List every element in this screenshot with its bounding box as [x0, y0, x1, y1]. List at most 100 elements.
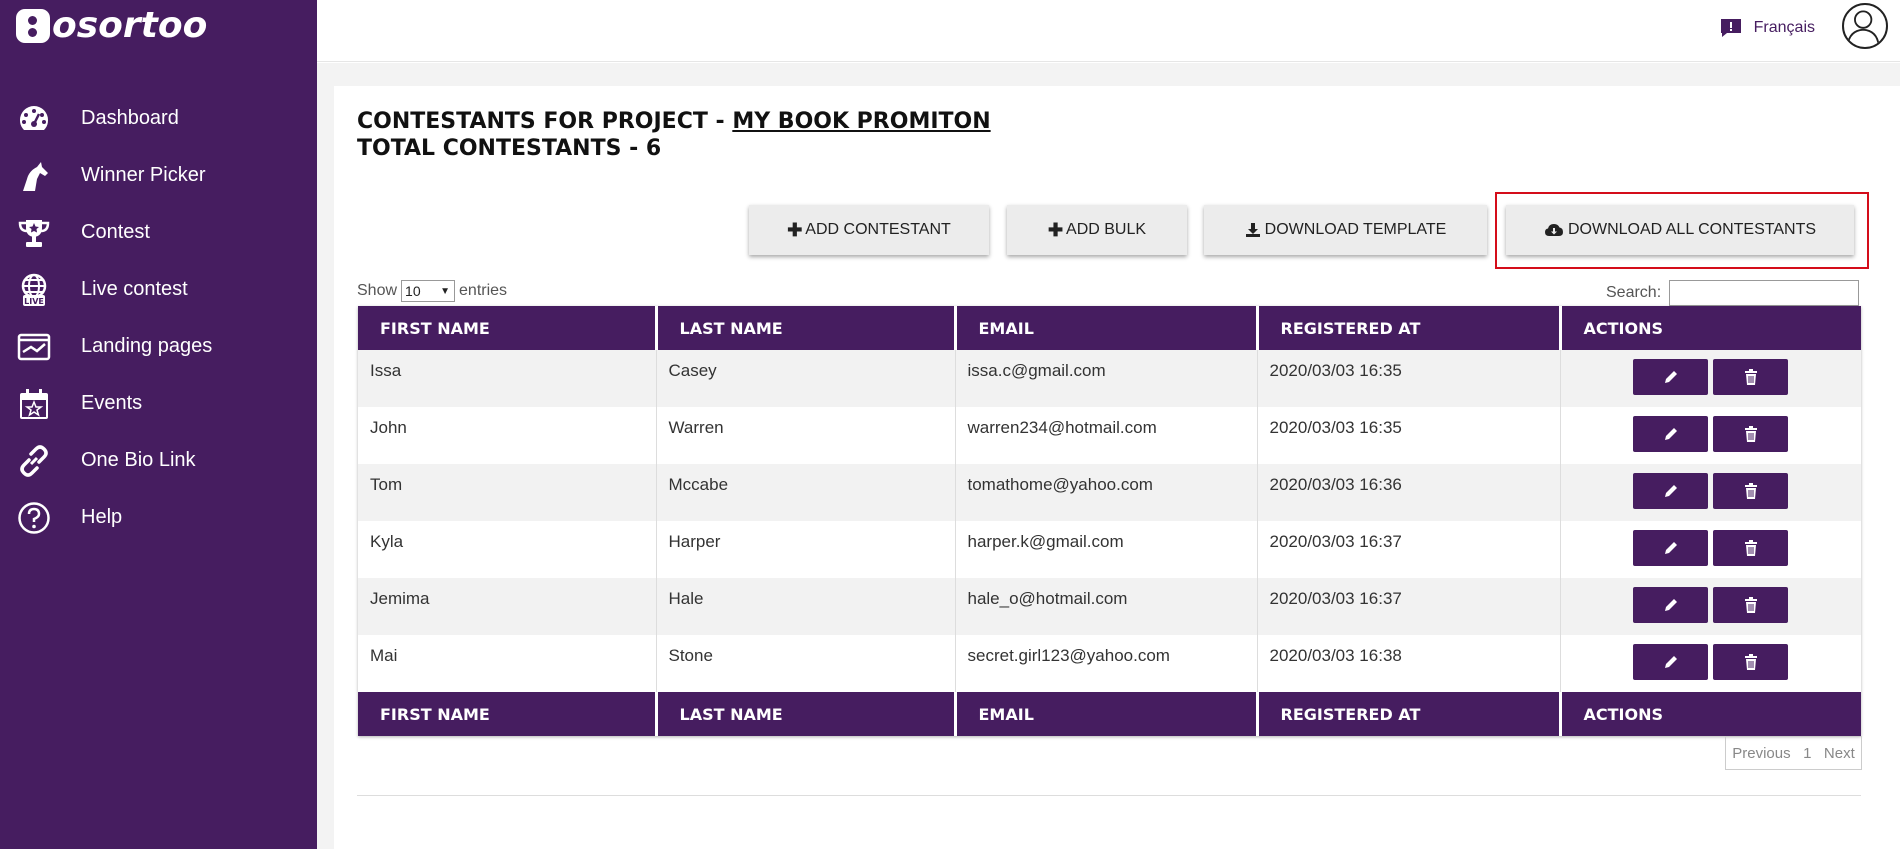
cell-actions: [1560, 635, 1861, 692]
sidebar-item-contest[interactable]: Contest: [0, 204, 317, 261]
cell-email: secret.girl123@yahoo.com: [955, 635, 1258, 692]
link-icon: [16, 443, 52, 479]
column-header[interactable]: REGISTERED AT: [1257, 306, 1562, 350]
edit-button[interactable]: [1633, 473, 1709, 509]
cell-actions: [1560, 350, 1861, 407]
cell-registered-at: 2020/03/03 16:38: [1257, 635, 1561, 692]
cell-first-name: Mai: [358, 635, 657, 692]
download-all-label: DOWNLOAD ALL CONTESTANTS: [1567, 221, 1817, 238]
language-label: Français: [1753, 19, 1815, 36]
delete-button[interactable]: [1713, 359, 1789, 395]
trash-icon: [1744, 369, 1757, 385]
dashboard-icon: [16, 101, 52, 137]
project-link[interactable]: MY BOOK PROMITON: [732, 109, 990, 134]
edit-button[interactable]: [1633, 416, 1709, 452]
pencil-icon: [1664, 542, 1677, 554]
sidebar-item-dashboard[interactable]: Dashboard: [0, 90, 317, 147]
cell-first-name: Kyla: [358, 521, 657, 578]
plus-icon: ✚: [787, 219, 803, 240]
pencil-icon: [1664, 485, 1677, 497]
add-bulk-button[interactable]: ✚ ADD BULK: [1007, 205, 1187, 255]
next-button[interactable]: Next: [1824, 745, 1855, 762]
sidebar-item-label: One Bio Link: [81, 449, 196, 471]
delete-button[interactable]: [1713, 416, 1789, 452]
dropdown-arrow-icon: ▼: [440, 285, 451, 297]
cell-email: harper.k@gmail.com: [955, 521, 1258, 578]
top-bar: Français: [317, 0, 1900, 62]
search-control: Search:: [1606, 280, 1860, 306]
sidebar-item-landing-pages[interactable]: Landing pages: [0, 318, 317, 375]
column-footer: LAST NAME: [656, 692, 957, 736]
delete-button[interactable]: [1713, 530, 1789, 566]
osortoo-logo[interactable]: osortoo: [16, 6, 207, 46]
cell-last-name: Warren: [656, 407, 956, 464]
page-title: CONTESTANTS FOR PROJECT - MY BOOK PROMIT…: [357, 108, 991, 162]
edit-button[interactable]: [1633, 359, 1709, 395]
cell-first-name: Jemima: [358, 578, 657, 635]
cell-first-name: John: [358, 407, 657, 464]
sidebar-item-label: Dashboard: [81, 107, 179, 129]
column-footer: EMAIL: [955, 692, 1259, 736]
sidebar-item-help[interactable]: Help: [0, 489, 317, 546]
sidebar-item-one-bio-link[interactable]: One Bio Link: [0, 432, 317, 489]
cell-actions: [1560, 578, 1861, 635]
page-number[interactable]: 1: [1803, 745, 1811, 762]
cell-last-name: Harper: [656, 521, 956, 578]
column-footer: FIRST NAME: [358, 692, 658, 736]
table-footer-row: FIRST NAME LAST NAME EMAIL REGISTERED AT…: [358, 692, 1861, 736]
column-header[interactable]: FIRST NAME: [358, 306, 658, 350]
edit-button[interactable]: [1633, 587, 1709, 623]
table-row: Kyla Harper harper.k@gmail.com 2020/03/0…: [358, 521, 1861, 578]
column-header[interactable]: LAST NAME: [656, 306, 957, 350]
cell-last-name: Mccabe: [656, 464, 956, 521]
sidebar-item-label: Live contest: [81, 278, 188, 300]
pencil-icon: [1664, 599, 1677, 611]
entries-select[interactable]: 10 ▼: [401, 280, 456, 302]
delete-button[interactable]: [1713, 473, 1789, 509]
table-row: Tom Mccabe tomathome@yahoo.com 2020/03/0…: [358, 464, 1861, 521]
column-footer: REGISTERED AT: [1257, 692, 1562, 736]
show-label: Show: [357, 282, 398, 299]
trash-icon: [1744, 483, 1757, 499]
edit-button[interactable]: [1633, 530, 1709, 566]
previous-button[interactable]: Previous: [1732, 745, 1790, 762]
chat-bubble-icon: [1720, 19, 1741, 37]
cell-email: hale_o@hotmail.com: [955, 578, 1258, 635]
column-header[interactable]: ACTIONS: [1560, 306, 1861, 350]
cell-first-name: Issa: [358, 350, 657, 407]
entries-value: 10: [405, 283, 421, 299]
cell-last-name: Stone: [656, 635, 956, 692]
sidebar-item-label: Help: [81, 506, 123, 528]
download-template-button[interactable]: DOWNLOAD TEMPLATE: [1204, 205, 1487, 255]
entries-control: Show 10 ▼ entries: [357, 280, 507, 302]
cell-actions: [1560, 521, 1861, 578]
column-footer: ACTIONS: [1560, 692, 1861, 736]
download-all-contestants-button[interactable]: DOWNLOAD ALL CONTESTANTS: [1506, 205, 1854, 255]
total-contestants: TOTAL CONTESTANTS - 6: [357, 136, 662, 161]
sidebar-item-events[interactable]: Events: [0, 375, 317, 432]
sidebar-item-label: Winner Picker: [81, 164, 206, 186]
cell-registered-at: 2020/03/03 16:37: [1257, 578, 1561, 635]
delete-button[interactable]: [1713, 587, 1789, 623]
cell-registered-at: 2020/03/03 16:36: [1257, 464, 1561, 521]
avatar[interactable]: [1842, 3, 1888, 49]
sidebar-item-label: Contest: [81, 221, 150, 243]
trash-icon: [1744, 597, 1757, 613]
edit-button[interactable]: [1633, 644, 1709, 680]
sidebar-item-label: Events: [81, 392, 143, 414]
calendar-star-icon: [16, 386, 52, 422]
cell-email: tomathome@yahoo.com: [955, 464, 1258, 521]
sidebar-item-winner-picker[interactable]: Winner Picker: [0, 147, 317, 204]
sidebar: osortoo Dashboard Winner Picker Contest …: [0, 0, 317, 849]
sidebar-item-live-contest[interactable]: LIVE Live contest: [0, 261, 317, 318]
language-switcher[interactable]: Français: [1720, 18, 1815, 38]
delete-button[interactable]: [1713, 644, 1789, 680]
add-contestant-button[interactable]: ✚ ADD CONTESTANT: [749, 205, 989, 255]
user-icon: [1846, 10, 1880, 46]
search-label: Search:: [1606, 284, 1662, 301]
title-prefix: CONTESTANTS FOR PROJECT -: [357, 109, 733, 134]
add-contestant-label: ADD CONTESTANT: [805, 221, 951, 238]
download-icon: [1245, 223, 1260, 237]
column-header[interactable]: EMAIL: [955, 306, 1259, 350]
search-input[interactable]: [1669, 280, 1860, 306]
